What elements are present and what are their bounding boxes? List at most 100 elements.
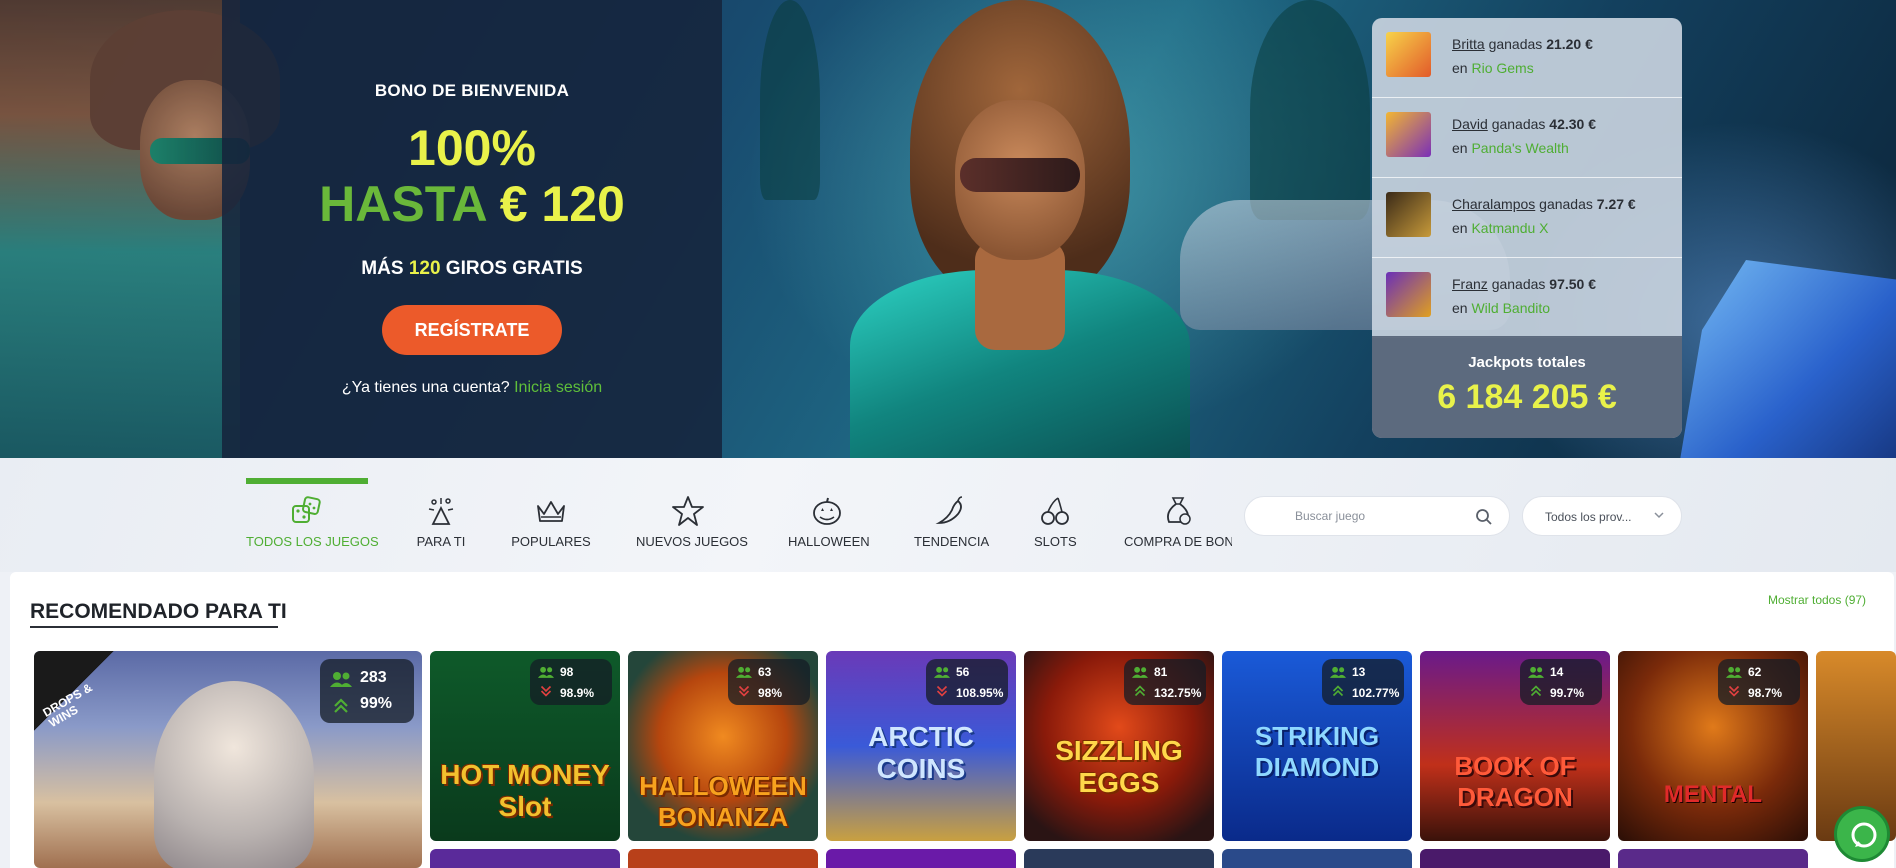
players-count: 56	[956, 665, 970, 679]
rtp-down-icon	[1728, 685, 1740, 697]
game-tile[interactable]	[1420, 849, 1610, 868]
tab-halloween[interactable]: HALLOWEEN	[788, 478, 870, 558]
win-amount: 21.20 €	[1546, 36, 1593, 52]
players-count: 98	[560, 665, 574, 679]
game-tile[interactable]	[1024, 849, 1214, 868]
provider-select-value: Todos los prov...	[1545, 510, 1632, 524]
tab-label: NUEVOS JUEGOS	[636, 534, 748, 549]
players-icon	[1330, 666, 1346, 678]
won-word: ganadas	[1488, 36, 1543, 52]
spins-suffix: GIROS GRATIS	[445, 258, 583, 279]
players-icon	[330, 672, 352, 687]
rtp-up-icon	[1134, 685, 1146, 697]
section-title: RECOMENDADO PARA TI	[30, 600, 287, 623]
winner-row[interactable]: Charalampos ganadas 7.27 € en Katmandu X	[1372, 178, 1682, 258]
game-tile[interactable]	[1618, 849, 1808, 868]
won-word: ganadas	[1491, 276, 1546, 292]
in-word: en	[1452, 60, 1468, 76]
winner-game-link[interactable]: Katmandu X	[1471, 220, 1548, 236]
game-tile[interactable]: HOT MONEY Slot 98 98.9%	[430, 651, 620, 841]
players-icon	[1528, 666, 1544, 678]
search-placeholder: Buscar juego	[1295, 509, 1366, 523]
spins-count: 120	[408, 258, 441, 279]
tab-bonus-buy[interactable]: COMPRA DE BONO	[1124, 478, 1232, 558]
search-icon[interactable]	[1475, 508, 1493, 526]
game-stats-badge: 13 102.77%	[1322, 659, 1404, 705]
provider-select[interactable]: Todos los prov...	[1522, 496, 1682, 536]
chevron-down-icon	[1654, 512, 1664, 519]
tab-slots[interactable]: SLOTS	[1034, 478, 1077, 558]
winner-row[interactable]: Britta ganadas 21.20 € en Rio Gems	[1372, 18, 1682, 98]
tab-new-games[interactable]: NUEVOS JUEGOS	[636, 478, 748, 558]
pumpkin-icon	[813, 497, 841, 525]
game-tile[interactable]: STRIKING DIAMOND 13 102.77%	[1222, 651, 1412, 841]
login-link[interactable]: Inicia sesión	[514, 379, 602, 396]
in-word: en	[1452, 140, 1468, 156]
hero-woman-illustration	[850, 0, 1190, 458]
tab-label: TODOS LOS JUEGOS	[246, 534, 379, 549]
game-tile[interactable]: DROPS & WINS 283 99%	[34, 651, 422, 868]
bonus-amount: HASTA € 120	[222, 176, 722, 232]
drops-and-wins-badge: DROPS & WINS	[34, 651, 114, 731]
rtp-up-icon	[334, 698, 348, 713]
winner-game-link[interactable]: Rio Gems	[1471, 60, 1533, 76]
rtp-up-icon	[1332, 685, 1344, 697]
winner-row[interactable]: Franz ganadas 97.50 € en Wild Bandito	[1372, 258, 1682, 338]
money-bag-icon	[1167, 497, 1191, 525]
game-tile[interactable]	[628, 849, 818, 868]
game-tile[interactable]	[1222, 849, 1412, 868]
winner-name[interactable]: Franz	[1452, 276, 1488, 292]
register-button[interactable]: REGÍSTRATE	[382, 305, 562, 355]
game-tile[interactable]: BOOK OF DRAGON 14 99.7%	[1420, 651, 1610, 841]
winner-name[interactable]: Britta	[1452, 36, 1485, 52]
game-title: HOT MONEY Slot	[440, 759, 610, 822]
login-prompt-text: ¿Ya tienes una cuenta?	[341, 379, 510, 396]
tab-label: PARA TI	[416, 534, 466, 549]
game-tile[interactable]: MENTAL 62 98.7%	[1618, 651, 1808, 841]
show-all-label: Mostrar todos	[1768, 593, 1842, 607]
winner-row[interactable]: David ganadas 42.30 € en Panda's Wealth	[1372, 98, 1682, 178]
game-tile[interactable]: ARCTIC COINS 56 108.95%	[826, 651, 1016, 841]
star-icon	[672, 496, 704, 526]
rtp-value: 98.9%	[560, 686, 595, 700]
game-stats-badge: 56 108.95%	[926, 659, 1008, 705]
game-title: ARCTIC COINS	[868, 721, 974, 784]
players-count: 63	[758, 665, 772, 679]
winner-game-link[interactable]: Panda's Wealth	[1471, 140, 1568, 156]
winner-name[interactable]: Charalampos	[1452, 196, 1535, 212]
tab-popular[interactable]: POPULARES	[510, 478, 592, 558]
game-title: HALLOWEEN BONANZA	[639, 771, 807, 832]
game-thumbnail	[1386, 272, 1431, 317]
game-title: STRIKING DIAMOND	[1254, 721, 1380, 782]
game-thumbnail	[1386, 192, 1431, 237]
tab-for-you[interactable]: PARA TI	[408, 478, 474, 558]
rtp-down-icon	[738, 685, 750, 697]
chat-icon	[1851, 822, 1877, 848]
game-tile[interactable]: SIZZLING EGGS 81 132.75%	[1024, 651, 1214, 841]
show-all-count: (97)	[1844, 593, 1867, 607]
chili-icon	[935, 496, 963, 524]
win-amount: 97.50 €	[1549, 276, 1597, 292]
game-title: SIZZLING EGGS	[1055, 735, 1183, 798]
free-spins-text: MÁS 120 GIROS GRATIS	[222, 258, 722, 280]
crown-icon	[537, 501, 565, 522]
rtp-down-icon	[540, 685, 552, 697]
in-word: en	[1452, 300, 1468, 316]
game-tile[interactable]	[826, 849, 1016, 868]
game-stats-badge: 63 98%	[728, 659, 810, 705]
game-tile[interactable]	[430, 849, 620, 868]
winner-name[interactable]: David	[1452, 116, 1488, 132]
game-stats-badge: 98 98.9%	[530, 659, 612, 705]
tab-trending[interactable]: TENDENCIA	[914, 478, 989, 558]
players-count: 81	[1154, 665, 1168, 679]
game-stats-badge: 14 99.7%	[1520, 659, 1602, 705]
live-chat-button[interactable]	[1834, 806, 1890, 862]
tab-all-games[interactable]: TODOS LOS JUEGOS	[246, 478, 379, 558]
game-search-field[interactable]: Buscar juego	[1244, 496, 1510, 536]
show-all-link[interactable]: Mostrar todos (97)	[1768, 593, 1866, 607]
winner-game-link[interactable]: Wild Bandito	[1471, 300, 1550, 316]
game-tile[interactable]: HALLOWEEN BONANZA 63 98%	[628, 651, 818, 841]
players-icon	[1132, 666, 1148, 678]
palm-tree	[760, 0, 820, 200]
bonus-percent: 100%	[408, 120, 536, 176]
